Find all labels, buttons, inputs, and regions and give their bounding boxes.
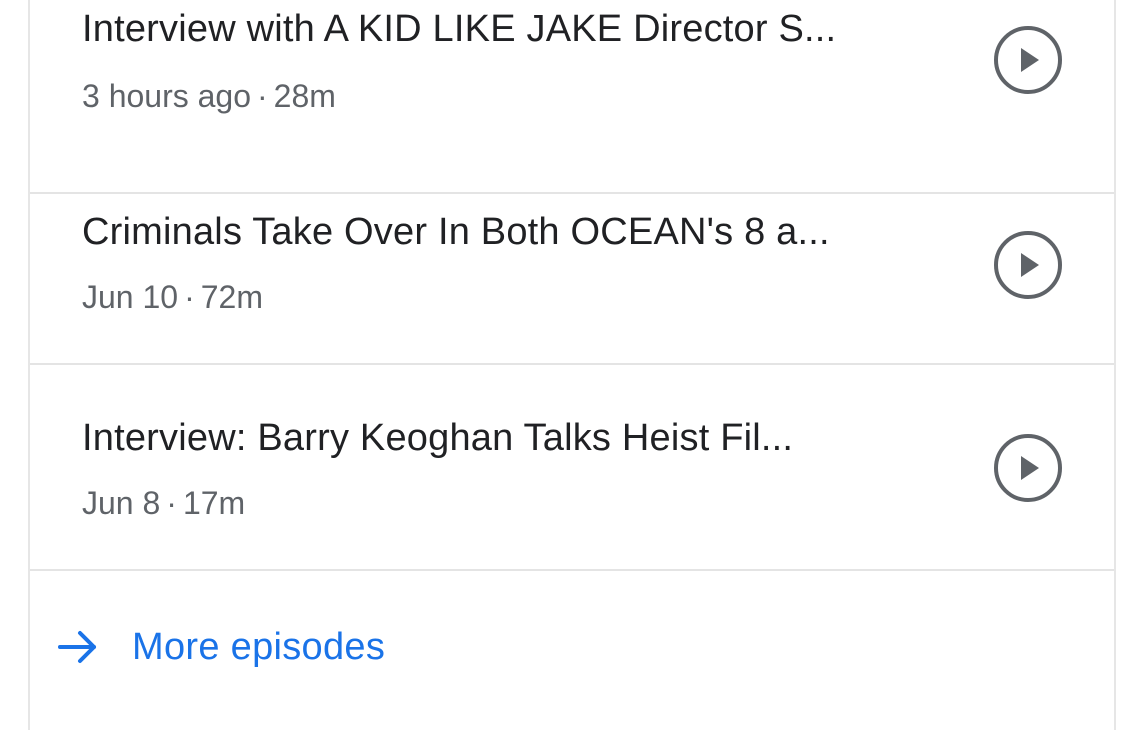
more-episodes-label[interactable]: More episodes	[132, 626, 385, 669]
play-button[interactable]	[992, 24, 1064, 96]
meta-separator: ·	[257, 78, 268, 114]
episode-date: Jun 8	[82, 485, 161, 521]
episode-title[interactable]: Interview: Barry Keoghan Talks Heist Fil…	[82, 417, 793, 460]
play-button[interactable]	[992, 229, 1064, 301]
episode-duration: 17m	[182, 485, 246, 521]
meta-separator: ·	[166, 485, 177, 521]
play-button[interactable]	[992, 432, 1064, 504]
play-circle-icon	[994, 434, 1062, 502]
more-episodes-link[interactable]: More episodes	[56, 612, 385, 682]
episode-row[interactable]: Interview: Barry Keoghan Talks Heist Fil…	[30, 367, 1114, 571]
meta-separator: ·	[184, 279, 195, 315]
episode-duration: 72m	[200, 279, 263, 315]
episode-date: 3 hours ago	[82, 78, 252, 114]
play-circle-icon	[994, 26, 1062, 94]
episode-title[interactable]: Criminals Take Over In Both OCEAN's 8 a.…	[82, 211, 830, 254]
episode-meta: 3 hours ago · 28m	[82, 78, 336, 115]
episode-date: Jun 10	[82, 279, 179, 315]
episode-row[interactable]: Criminals Take Over In Both OCEAN's 8 a.…	[30, 161, 1114, 365]
episode-duration: 28m	[273, 78, 336, 114]
episode-meta: Jun 8 · 17m	[82, 485, 245, 522]
episode-title[interactable]: Interview with A KID LIKE JAKE Director …	[82, 8, 836, 51]
episode-meta: Jun 10 · 72m	[82, 279, 263, 316]
play-circle-icon	[994, 231, 1062, 299]
arrow-right-icon	[58, 631, 96, 663]
